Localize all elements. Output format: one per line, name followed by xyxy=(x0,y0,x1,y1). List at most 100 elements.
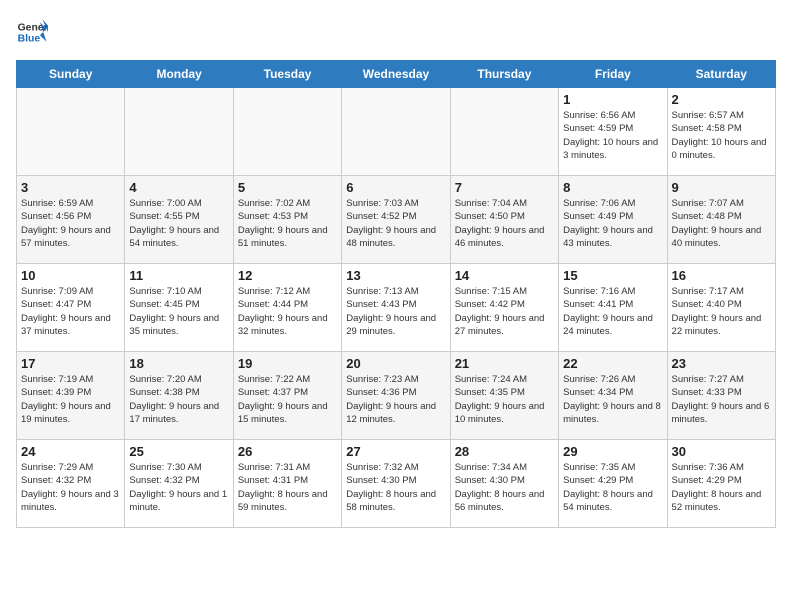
day-number: 25 xyxy=(129,444,228,459)
calendar-day-cell: 11 Sunrise: 7:10 AM Sunset: 4:45 PM Dayli… xyxy=(125,264,233,352)
calendar-day-cell: 10 Sunrise: 7:09 AM Sunset: 4:47 PM Dayli… xyxy=(17,264,125,352)
day-info: Sunrise: 7:17 AM Sunset: 4:40 PM Dayligh… xyxy=(672,285,771,338)
calendar-day-cell: 21 Sunrise: 7:24 AM Sunset: 4:35 PM Dayli… xyxy=(450,352,558,440)
day-number: 30 xyxy=(672,444,771,459)
calendar-day-cell: 3 Sunrise: 6:59 AM Sunset: 4:56 PM Daylig… xyxy=(17,176,125,264)
day-info: Sunrise: 7:07 AM Sunset: 4:48 PM Dayligh… xyxy=(672,197,771,250)
day-info: Sunrise: 6:56 AM Sunset: 4:59 PM Dayligh… xyxy=(563,109,662,162)
calendar-day-cell: 8Sunrise: 7:06 AM Sunset: 4:49 PM Daylig… xyxy=(559,176,667,264)
calendar-week-row: 24 Sunrise: 7:29 AM Sunset: 4:32 PM Dayli… xyxy=(17,440,776,528)
calendar-day-cell: 13 Sunrise: 7:13 AM Sunset: 4:43 PM Dayli… xyxy=(342,264,450,352)
calendar-day-cell: 9 Sunrise: 7:07 AM Sunset: 4:48 PM Daylig… xyxy=(667,176,775,264)
day-number: 15 xyxy=(563,268,662,283)
day-number: 22 xyxy=(563,356,662,371)
calendar-day-cell: 30 Sunrise: 7:36 AM Sunset: 4:29 PM Dayli… xyxy=(667,440,775,528)
day-number: 14 xyxy=(455,268,554,283)
day-number: 1 xyxy=(563,92,662,107)
calendar-day-cell: 29Sunrise: 7:35 AM Sunset: 4:29 PM Dayli… xyxy=(559,440,667,528)
day-info: Sunrise: 7:32 AM Sunset: 4:30 PM Dayligh… xyxy=(346,461,445,514)
calendar-day-cell: 18 Sunrise: 7:20 AM Sunset: 4:38 PM Dayli… xyxy=(125,352,233,440)
day-info: Sunrise: 7:22 AM Sunset: 4:37 PM Dayligh… xyxy=(238,373,337,426)
calendar-table: SundayMondayTuesdayWednesdayThursdayFrid… xyxy=(16,60,776,528)
day-number: 2 xyxy=(672,92,771,107)
day-number: 20 xyxy=(346,356,445,371)
day-info: Sunrise: 6:59 AM Sunset: 4:56 PM Dayligh… xyxy=(21,197,120,250)
day-info: Sunrise: 7:03 AM Sunset: 4:52 PM Dayligh… xyxy=(346,197,445,250)
calendar-day-cell: 4 Sunrise: 7:00 AM Sunset: 4:55 PM Daylig… xyxy=(125,176,233,264)
calendar-day-cell: 16 Sunrise: 7:17 AM Sunset: 4:40 PM Dayli… xyxy=(667,264,775,352)
day-of-week-header: Sunday xyxy=(17,61,125,88)
day-number: 10 xyxy=(21,268,120,283)
calendar-day-cell xyxy=(125,88,233,176)
calendar-day-cell: 19 Sunrise: 7:22 AM Sunset: 4:37 PM Dayli… xyxy=(233,352,341,440)
day-number: 4 xyxy=(129,180,228,195)
calendar-day-cell: 26Sunrise: 7:31 AM Sunset: 4:31 PM Dayli… xyxy=(233,440,341,528)
day-info: Sunrise: 7:04 AM Sunset: 4:50 PM Dayligh… xyxy=(455,197,554,250)
calendar-day-cell: 28Sunrise: 7:34 AM Sunset: 4:30 PM Dayli… xyxy=(450,440,558,528)
calendar-day-cell xyxy=(450,88,558,176)
day-info: Sunrise: 7:00 AM Sunset: 4:55 PM Dayligh… xyxy=(129,197,228,250)
day-number: 18 xyxy=(129,356,228,371)
day-number: 7 xyxy=(455,180,554,195)
calendar-day-cell: 23 Sunrise: 7:27 AM Sunset: 4:33 PM Dayli… xyxy=(667,352,775,440)
day-number: 28 xyxy=(455,444,554,459)
calendar-day-cell xyxy=(342,88,450,176)
day-of-week-header: Tuesday xyxy=(233,61,341,88)
day-info: Sunrise: 6:57 AM Sunset: 4:58 PM Dayligh… xyxy=(672,109,771,162)
day-number: 23 xyxy=(672,356,771,371)
logo-icon: General Blue xyxy=(16,16,48,48)
day-info: Sunrise: 7:19 AM Sunset: 4:39 PM Dayligh… xyxy=(21,373,120,426)
calendar-day-cell xyxy=(17,88,125,176)
day-number: 17 xyxy=(21,356,120,371)
calendar-day-cell: 15 Sunrise: 7:16 AM Sunset: 4:41 PM Dayli… xyxy=(559,264,667,352)
calendar-day-cell: 22Sunrise: 7:26 AM Sunset: 4:34 PM Dayli… xyxy=(559,352,667,440)
day-info: Sunrise: 7:20 AM Sunset: 4:38 PM Dayligh… xyxy=(129,373,228,426)
day-info: Sunrise: 7:23 AM Sunset: 4:36 PM Dayligh… xyxy=(346,373,445,426)
day-number: 16 xyxy=(672,268,771,283)
calendar-day-cell: 2 Sunrise: 6:57 AM Sunset: 4:58 PM Daylig… xyxy=(667,88,775,176)
day-info: Sunrise: 7:31 AM Sunset: 4:31 PM Dayligh… xyxy=(238,461,337,514)
day-number: 11 xyxy=(129,268,228,283)
day-number: 3 xyxy=(21,180,120,195)
day-info: Sunrise: 7:09 AM Sunset: 4:47 PM Dayligh… xyxy=(21,285,120,338)
day-info: Sunrise: 7:27 AM Sunset: 4:33 PM Dayligh… xyxy=(672,373,771,426)
calendar-day-cell: 14 Sunrise: 7:15 AM Sunset: 4:42 PM Dayli… xyxy=(450,264,558,352)
day-of-week-header: Monday xyxy=(125,61,233,88)
calendar-day-cell xyxy=(233,88,341,176)
day-number: 21 xyxy=(455,356,554,371)
day-info: Sunrise: 7:12 AM Sunset: 4:44 PM Dayligh… xyxy=(238,285,337,338)
day-info: Sunrise: 7:10 AM Sunset: 4:45 PM Dayligh… xyxy=(129,285,228,338)
day-number: 9 xyxy=(672,180,771,195)
calendar-week-row: 17 Sunrise: 7:19 AM Sunset: 4:39 PM Dayli… xyxy=(17,352,776,440)
calendar-day-cell: 20 Sunrise: 7:23 AM Sunset: 4:36 PM Dayli… xyxy=(342,352,450,440)
day-info: Sunrise: 7:16 AM Sunset: 4:41 PM Dayligh… xyxy=(563,285,662,338)
day-info: Sunrise: 7:13 AM Sunset: 4:43 PM Dayligh… xyxy=(346,285,445,338)
calendar-day-cell: 7 Sunrise: 7:04 AM Sunset: 4:50 PM Daylig… xyxy=(450,176,558,264)
day-number: 24 xyxy=(21,444,120,459)
day-info: Sunrise: 7:24 AM Sunset: 4:35 PM Dayligh… xyxy=(455,373,554,426)
day-number: 6 xyxy=(346,180,445,195)
day-number: 27 xyxy=(346,444,445,459)
day-number: 13 xyxy=(346,268,445,283)
day-of-week-header: Wednesday xyxy=(342,61,450,88)
calendar-day-cell: 27 Sunrise: 7:32 AM Sunset: 4:30 PM Dayli… xyxy=(342,440,450,528)
calendar-week-row: 10 Sunrise: 7:09 AM Sunset: 4:47 PM Dayli… xyxy=(17,264,776,352)
calendar-day-cell: 1 Sunrise: 6:56 AM Sunset: 4:59 PM Daylig… xyxy=(559,88,667,176)
logo: General Blue xyxy=(16,16,52,48)
calendar-day-cell: 12 Sunrise: 7:12 AM Sunset: 4:44 PM Dayli… xyxy=(233,264,341,352)
day-info: Sunrise: 7:36 AM Sunset: 4:29 PM Dayligh… xyxy=(672,461,771,514)
day-number: 12 xyxy=(238,268,337,283)
calendar-day-cell: 17 Sunrise: 7:19 AM Sunset: 4:39 PM Dayli… xyxy=(17,352,125,440)
svg-text:Blue: Blue xyxy=(18,34,41,45)
day-of-week-header: Saturday xyxy=(667,61,775,88)
day-info: Sunrise: 7:15 AM Sunset: 4:42 PM Dayligh… xyxy=(455,285,554,338)
day-info: Sunrise: 7:35 AM Sunset: 4:29 PM Dayligh… xyxy=(563,461,662,514)
day-number: 19 xyxy=(238,356,337,371)
day-info: Sunrise: 7:29 AM Sunset: 4:32 PM Dayligh… xyxy=(21,461,120,514)
calendar-day-cell: 24 Sunrise: 7:29 AM Sunset: 4:32 PM Dayli… xyxy=(17,440,125,528)
day-of-week-header: Thursday xyxy=(450,61,558,88)
day-info: Sunrise: 7:06 AM Sunset: 4:49 PM Dayligh… xyxy=(563,197,662,250)
day-info: Sunrise: 7:02 AM Sunset: 4:53 PM Dayligh… xyxy=(238,197,337,250)
day-info: Sunrise: 7:30 AM Sunset: 4:32 PM Dayligh… xyxy=(129,461,228,514)
calendar-day-cell: 5Sunrise: 7:02 AM Sunset: 4:53 PM Daylig… xyxy=(233,176,341,264)
